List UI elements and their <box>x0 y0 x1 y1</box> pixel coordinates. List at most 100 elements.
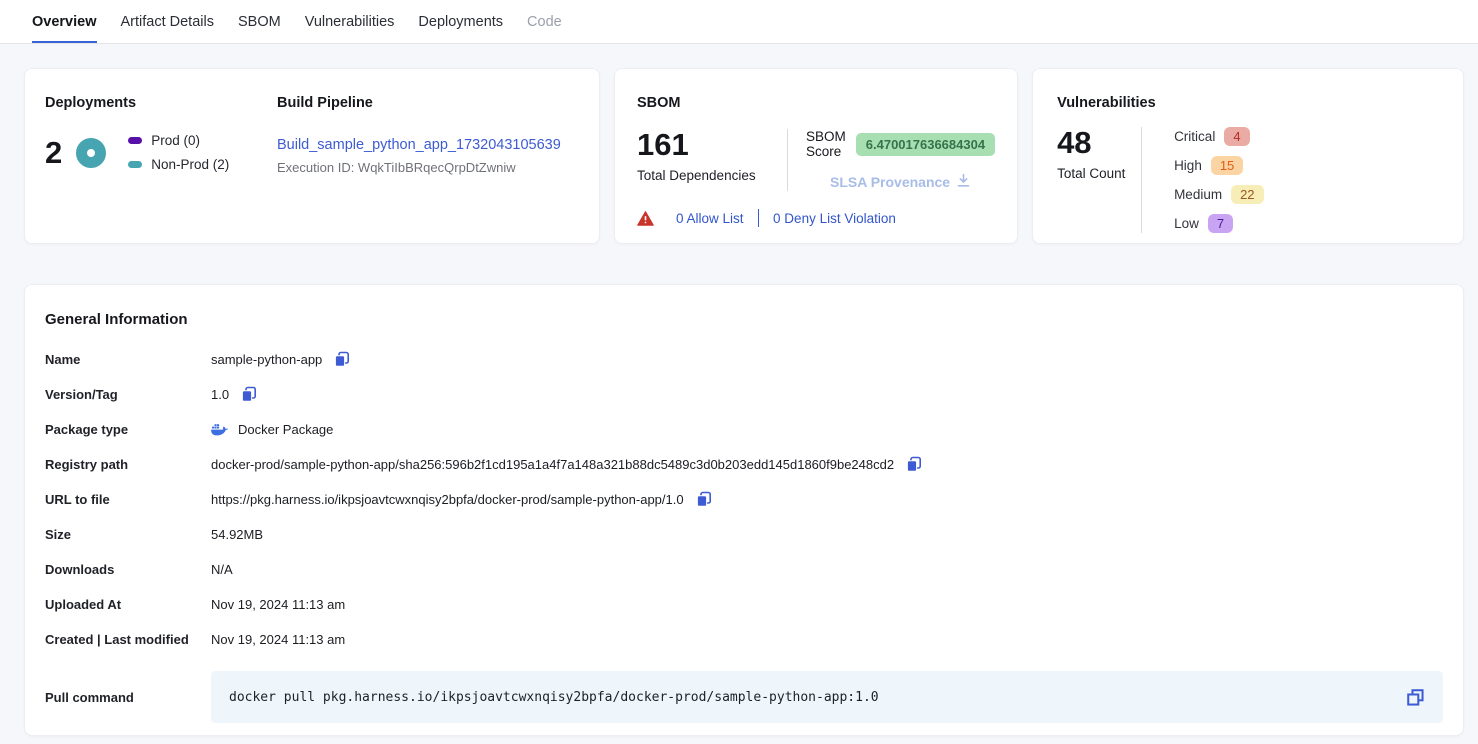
prod-legend-label: Prod (0) <box>151 133 200 148</box>
sbom-score-badge: 6.470017636684304 <box>856 133 995 156</box>
info-row-package-type: Package type <box>45 412 1443 447</box>
tab-vulnerabilities[interactable]: Vulnerabilities <box>305 0 395 43</box>
deployments-donut-chart <box>76 138 106 168</box>
deployments-title: Deployments <box>45 95 277 111</box>
tab-bar: Overview Artifact Details SBOM Vulnerabi… <box>0 0 1478 44</box>
pull-command-text: docker pull pkg.harness.io/ikpsjoavtcwxn… <box>229 690 1406 705</box>
created-modified-value: Nov 19, 2024 11:13 am <box>211 632 345 647</box>
tab-deployments[interactable]: Deployments <box>418 0 503 43</box>
download-icon <box>956 173 971 191</box>
registry-path-value: docker-prod/sample-python-app/sha256:596… <box>211 457 894 472</box>
legend-item-prod: Prod (0) <box>128 133 229 148</box>
deployments-stat: 2 Prod (0) Non-Prod (2) <box>45 133 277 172</box>
severity-count-badge: 7 <box>1208 214 1233 233</box>
severity-count-badge: 4 <box>1224 127 1249 146</box>
deployments-total-count: 2 <box>45 137 62 168</box>
pull-command-label: Pull command <box>45 690 211 705</box>
severity-row-high: High 15 <box>1174 156 1263 175</box>
warning-icon <box>637 211 654 226</box>
info-row-uploaded-at: Uploaded At Nov 19, 2024 11:13 am <box>45 587 1443 622</box>
size-value: 54.92MB <box>211 527 263 542</box>
vuln-total-label: Total Count <box>1057 166 1141 181</box>
severity-label: Critical <box>1174 129 1215 144</box>
info-row-url: URL to file https://pkg.harness.io/ikpsj… <box>45 482 1443 517</box>
url-label: URL to file <box>45 492 211 507</box>
created-modified-label: Created | Last modified <box>45 632 211 647</box>
vulnerabilities-title: Vulnerabilities <box>1057 95 1439 111</box>
info-row-created-modified: Created | Last modified Nov 19, 2024 11:… <box>45 622 1443 657</box>
downloads-label: Downloads <box>45 562 211 577</box>
prod-legend-dot <box>128 137 142 144</box>
info-row-size: Size 54.92MB <box>45 517 1443 552</box>
build-pipeline-title: Build Pipeline <box>277 95 579 111</box>
severity-label: High <box>1174 158 1202 173</box>
name-value: sample-python-app <box>211 352 322 367</box>
deployments-card: Deployments 2 Prod (0) Non-Prod (2) <box>24 68 600 244</box>
links-divider <box>758 209 760 227</box>
severity-count-badge: 22 <box>1231 185 1263 204</box>
url-value: https://pkg.harness.io/ikpsjoavtcwxnqisy… <box>211 492 684 507</box>
tab-overview[interactable]: Overview <box>32 0 97 43</box>
vuln-total-count: 48 <box>1057 127 1141 158</box>
legend-item-nonprod: Non-Prod (2) <box>128 157 229 172</box>
deny-list-link[interactable]: 0 Deny List Violation <box>773 211 896 226</box>
size-label: Size <box>45 527 211 542</box>
slsa-provenance-link[interactable]: SLSA Provenance <box>806 173 995 191</box>
severity-label: Medium <box>1174 187 1222 202</box>
sbom-card: SBOM 161 Total Dependencies SBOM Score 6… <box>614 68 1018 244</box>
uploaded-at-label: Uploaded At <box>45 597 211 612</box>
vuln-total-block: 48 Total Count <box>1057 127 1141 233</box>
name-label: Name <box>45 352 211 367</box>
info-row-registry-path: Registry path docker-prod/sample-python-… <box>45 447 1443 482</box>
tab-code[interactable]: Code <box>527 0 562 43</box>
info-row-version: Version/Tag 1.0 <box>45 377 1443 412</box>
vulnerabilities-card: Vulnerabilities 48 Total Count Critical … <box>1032 68 1464 244</box>
info-row-downloads: Downloads N/A <box>45 552 1443 587</box>
nonprod-legend-label: Non-Prod (2) <box>151 157 229 172</box>
version-value: 1.0 <box>211 387 229 402</box>
sbom-score-block: SBOM Score 6.470017636684304 SLSA Proven… <box>788 129 995 191</box>
sbom-score-label: SBOM Score <box>806 129 846 159</box>
severity-count-badge: 15 <box>1211 156 1243 175</box>
tab-artifact-details[interactable]: Artifact Details <box>121 0 214 43</box>
sbom-total-block: 161 Total Dependencies <box>637 129 787 183</box>
severity-row-medium: Medium 22 <box>1174 185 1263 204</box>
execution-id: Execution ID: WqkTiIbBRqecQrpDtZwniw <box>277 160 579 175</box>
info-row-pull-command: Pull command docker pull pkg.harness.io/… <box>45 671 1443 723</box>
sbom-total-label: Total Dependencies <box>637 168 787 183</box>
package-type-value: Docker Package <box>238 422 333 437</box>
downloads-value: N/A <box>211 562 233 577</box>
tab-sbom[interactable]: SBOM <box>238 0 281 43</box>
allow-list-link[interactable]: 0 Allow List <box>676 211 744 226</box>
build-pipeline-section: Build Pipeline Build_sample_python_app_1… <box>277 95 579 223</box>
severity-row-critical: Critical 4 <box>1174 127 1263 146</box>
severity-row-low: Low 7 <box>1174 214 1263 233</box>
info-row-name: Name sample-python-app <box>45 342 1443 377</box>
uploaded-at-value: Nov 19, 2024 11:13 am <box>211 597 345 612</box>
deployments-legend: Prod (0) Non-Prod (2) <box>128 133 229 172</box>
overview-page: Deployments 2 Prod (0) Non-Prod (2) <box>0 44 1478 736</box>
slsa-provenance-label: SLSA Provenance <box>830 174 950 190</box>
copy-icon[interactable] <box>334 351 350 368</box>
copy-icon[interactable] <box>696 491 712 508</box>
copy-icon[interactable] <box>906 456 922 473</box>
vulnerabilities-stats: 48 Total Count Critical 4 High 15 Medium <box>1057 127 1439 233</box>
package-type-label: Package type <box>45 422 211 437</box>
info-rows: Name sample-python-app Version/Tag 1.0 <box>45 342 1443 723</box>
copy-command-icon[interactable] <box>1406 688 1425 707</box>
general-information-title: General Information <box>45 311 1443 328</box>
pull-command-block: docker pull pkg.harness.io/ikpsjoavtcwxn… <box>211 671 1443 723</box>
pipeline-link[interactable]: Build_sample_python_app_1732043105639 <box>277 137 579 153</box>
sbom-total-count: 161 <box>637 129 787 160</box>
sbom-stats: 161 Total Dependencies SBOM Score 6.4700… <box>637 129 995 191</box>
deployments-section: Deployments 2 Prod (0) Non-Prod (2) <box>45 95 277 223</box>
version-label: Version/Tag <box>45 387 211 402</box>
nonprod-legend-dot <box>128 161 142 168</box>
severity-list: Critical 4 High 15 Medium 22 Low 7 <box>1142 127 1263 233</box>
copy-icon[interactable] <box>241 386 257 403</box>
sbom-title: SBOM <box>637 95 995 111</box>
registry-path-label: Registry path <box>45 457 211 472</box>
sbom-policy-links: 0 Allow List 0 Deny List Violation <box>637 209 995 227</box>
summary-cards-row: Deployments 2 Prod (0) Non-Prod (2) <box>24 68 1464 244</box>
docker-icon <box>211 423 228 437</box>
